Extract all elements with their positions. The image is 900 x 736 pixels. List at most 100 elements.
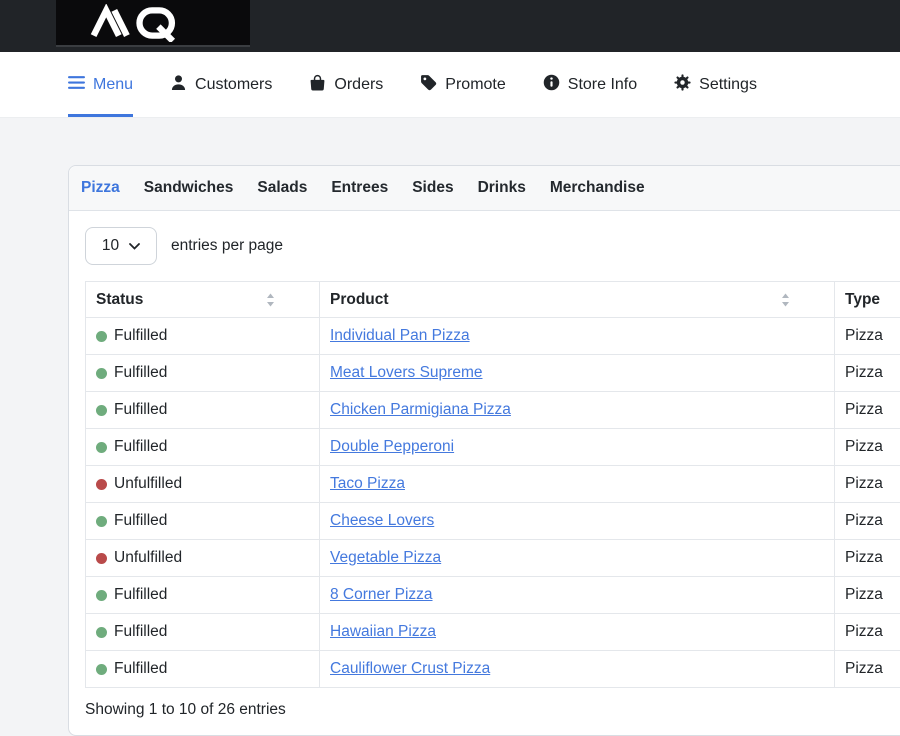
- type-cell: Pizza: [835, 466, 900, 503]
- info-icon: [543, 74, 560, 96]
- tab-drinks[interactable]: Drinks: [478, 179, 526, 197]
- hamburger-icon: [68, 75, 85, 95]
- card-body: 10 entries per page Status Product Type: [69, 211, 900, 735]
- product-link-hawaiian-pizza[interactable]: Hawaiian Pizza: [330, 623, 436, 640]
- top-header-bar: [0, 0, 900, 52]
- nav-item-customers[interactable]: Customers: [170, 52, 272, 117]
- type-cell: Pizza: [835, 355, 900, 392]
- table-row: Fulfilled Double Pepperoni Pizza: [86, 429, 900, 466]
- menu-card: Pizza Sandwiches Salads Entrees Sides Dr…: [68, 165, 900, 736]
- tab-salads[interactable]: Salads: [257, 179, 307, 197]
- type-cell: Pizza: [835, 392, 900, 429]
- column-header-label: Status: [96, 291, 143, 308]
- column-header-type[interactable]: Type: [835, 282, 900, 318]
- nav-item-promote[interactable]: Promote: [420, 52, 505, 117]
- entries-per-page-label: entries per page: [171, 237, 283, 255]
- product-link-cheese-lovers[interactable]: Cheese Lovers: [330, 512, 434, 529]
- status-badge: Fulfilled: [96, 438, 309, 456]
- page-content: Pizza Sandwiches Salads Entrees Sides Dr…: [0, 118, 900, 736]
- table-row: Fulfilled Cauliflower Crust Pizza Pizza: [86, 651, 900, 688]
- product-link-vegetable-pizza[interactable]: Vegetable Pizza: [330, 549, 441, 566]
- table-row: Fulfilled Individual Pan Pizza Pizza: [86, 318, 900, 355]
- column-header-product[interactable]: Product: [320, 282, 835, 318]
- tab-entrees[interactable]: Entrees: [331, 179, 388, 197]
- status-badge: Fulfilled: [96, 401, 309, 419]
- type-cell: Pizza: [835, 503, 900, 540]
- product-link-taco-pizza[interactable]: Taco Pizza: [330, 475, 405, 492]
- entries-per-page-value: 10: [102, 237, 119, 255]
- brand-logo[interactable]: [56, 0, 250, 47]
- type-cell: Pizza: [835, 577, 900, 614]
- nav-item-label: Orders: [334, 76, 383, 94]
- nav-item-orders[interactable]: Orders: [309, 52, 383, 117]
- status-badge: Unfulfilled: [96, 549, 309, 567]
- type-cell: Pizza: [835, 614, 900, 651]
- status-dot-icon: [96, 331, 107, 342]
- status-label: Fulfilled: [114, 401, 167, 419]
- nav-item-label: Settings: [699, 76, 757, 94]
- products-table: Status Product Type Fulfilled: [85, 281, 900, 688]
- status-label: Fulfilled: [114, 327, 167, 345]
- type-cell: Pizza: [835, 429, 900, 466]
- status-label: Unfulfilled: [114, 475, 182, 493]
- status-label: Fulfilled: [114, 364, 167, 382]
- nav-item-store-info[interactable]: Store Info: [543, 52, 637, 117]
- type-cell: Pizza: [835, 318, 900, 355]
- product-link-meat-lovers-supreme[interactable]: Meat Lovers Supreme: [330, 364, 483, 381]
- person-icon: [170, 74, 187, 96]
- type-cell: Pizza: [835, 651, 900, 688]
- nav-item-label: Store Info: [568, 76, 637, 94]
- status-label: Fulfilled: [114, 623, 167, 641]
- column-header-label: Type: [845, 291, 880, 308]
- status-badge: Fulfilled: [96, 623, 309, 641]
- tab-sandwiches[interactable]: Sandwiches: [144, 179, 234, 197]
- status-badge: Fulfilled: [96, 327, 309, 345]
- status-label: Fulfilled: [114, 660, 167, 678]
- entries-per-page-select[interactable]: 10: [85, 227, 157, 265]
- entries-summary: Showing 1 to 10 of 26 entries: [85, 701, 900, 719]
- gear-icon: [674, 74, 691, 96]
- status-badge: Fulfilled: [96, 586, 309, 604]
- table-row: Fulfilled Hawaiian Pizza Pizza: [86, 614, 900, 651]
- nav-item-label: Menu: [93, 76, 133, 94]
- nav-item-label: Customers: [195, 76, 272, 94]
- status-badge: Fulfilled: [96, 660, 309, 678]
- tab-merchandise[interactable]: Merchandise: [550, 179, 645, 197]
- tab-pizza[interactable]: Pizza: [81, 179, 120, 197]
- status-badge: Unfulfilled: [96, 475, 309, 493]
- nav-item-settings[interactable]: Settings: [674, 52, 757, 117]
- product-link-chicken-parmigiana-pizza[interactable]: Chicken Parmigiana Pizza: [330, 401, 511, 418]
- nav-item-menu[interactable]: Menu: [68, 52, 133, 117]
- column-header-status[interactable]: Status: [86, 282, 320, 318]
- status-label: Fulfilled: [114, 438, 167, 456]
- product-link-8-corner-pizza[interactable]: 8 Corner Pizza: [330, 586, 433, 603]
- status-dot-icon: [96, 405, 107, 416]
- status-dot-icon: [96, 627, 107, 638]
- product-link-individual-pan-pizza[interactable]: Individual Pan Pizza: [330, 327, 470, 344]
- chevron-down-icon: [129, 243, 140, 250]
- status-label: Fulfilled: [114, 512, 167, 530]
- page-size-row: 10 entries per page: [85, 227, 900, 265]
- status-badge: Fulfilled: [96, 512, 309, 530]
- product-link-double-pepperoni[interactable]: Double Pepperoni: [330, 438, 454, 455]
- status-dot-icon: [96, 442, 107, 453]
- primary-nav: Menu Customers Orders Promote Store Info…: [0, 52, 900, 118]
- status-dot-icon: [96, 553, 107, 564]
- table-row: Unfulfilled Taco Pizza Pizza: [86, 466, 900, 503]
- table-row: Fulfilled Cheese Lovers Pizza: [86, 503, 900, 540]
- table-row: Fulfilled 8 Corner Pizza Pizza: [86, 577, 900, 614]
- status-label: Fulfilled: [114, 586, 167, 604]
- sort-icon[interactable]: [781, 293, 790, 307]
- tag-icon: [420, 74, 437, 96]
- type-cell: Pizza: [835, 540, 900, 577]
- column-header-label: Product: [330, 291, 389, 308]
- tab-sides[interactable]: Sides: [412, 179, 453, 197]
- product-link-cauliflower-crust-pizza[interactable]: Cauliflower Crust Pizza: [330, 660, 490, 677]
- table-row: Fulfilled Chicken Parmigiana Pizza Pizza: [86, 392, 900, 429]
- category-tabs: Pizza Sandwiches Salads Entrees Sides Dr…: [69, 166, 900, 211]
- sort-icon[interactable]: [266, 293, 275, 307]
- status-dot-icon: [96, 516, 107, 527]
- status-dot-icon: [96, 368, 107, 379]
- nav-item-label: Promote: [445, 76, 505, 94]
- status-label: Unfulfilled: [114, 549, 182, 567]
